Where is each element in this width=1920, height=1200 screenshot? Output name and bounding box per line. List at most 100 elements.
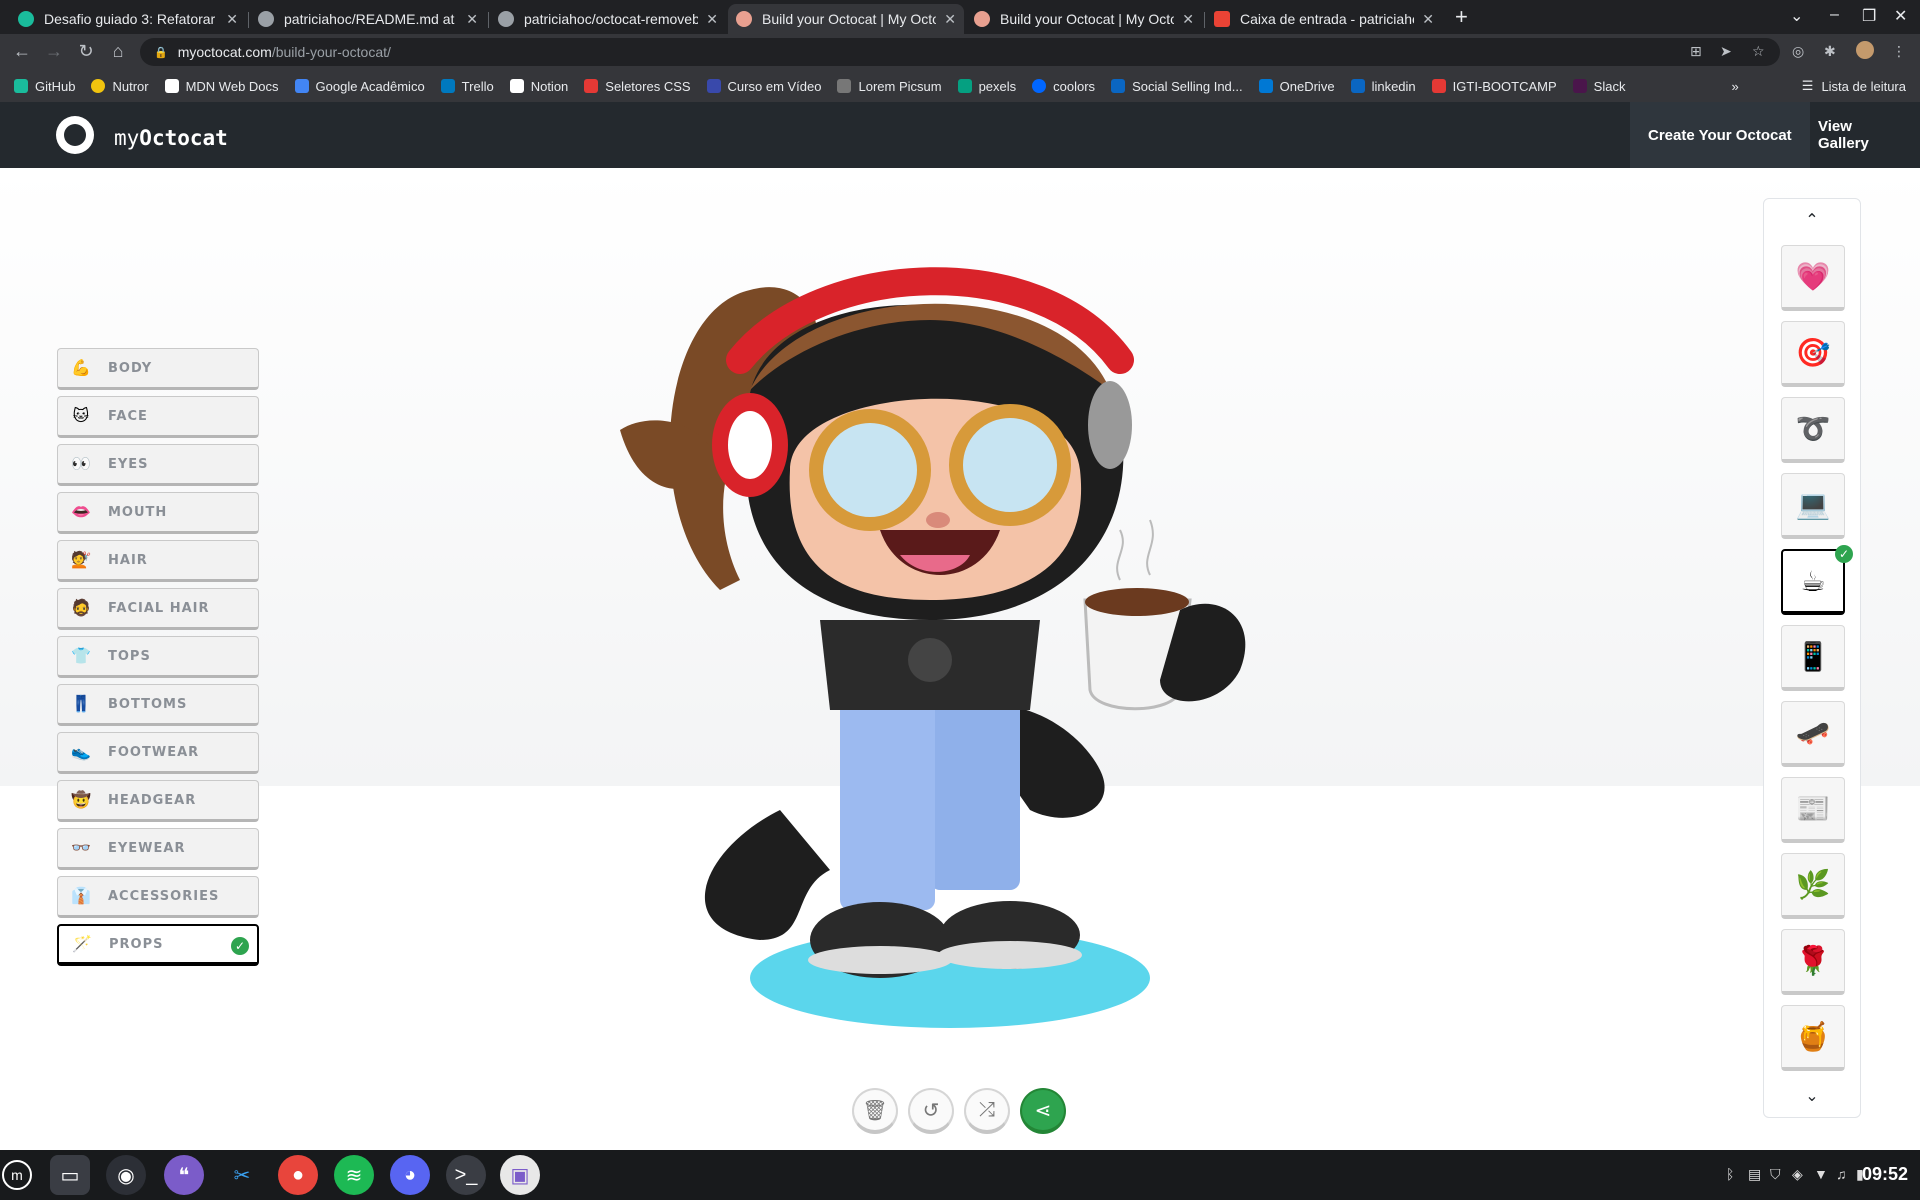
bookmark-pexels[interactable]: pexels xyxy=(957,79,1016,94)
lock-icon[interactable]: 🔒 xyxy=(154,46,168,59)
shield-icon[interactable]: ⛉ xyxy=(1770,1166,1781,1183)
delete-button[interactable]: 🗑 xyxy=(852,1088,898,1134)
codepen-icon xyxy=(18,11,34,27)
browser-tab[interactable]: patriciahoc/octocat-removeb ✕ xyxy=(490,4,726,34)
bookmark-star-icon[interactable]: ☆ xyxy=(1752,43,1765,60)
close-tab-icon[interactable]: ✕ xyxy=(944,11,956,28)
brand-title[interactable]: myOctocat xyxy=(114,126,228,150)
mint-menu-icon[interactable]: m xyxy=(2,1160,32,1190)
translate-icon[interactable]: ⊞ xyxy=(1690,43,1702,60)
prop-phone[interactable]: 📱 xyxy=(1781,625,1845,691)
profile-avatar[interactable] xyxy=(1856,41,1874,59)
prop-honey-pot[interactable]: 🍯 xyxy=(1781,1005,1845,1071)
files-icon[interactable]: ▭ xyxy=(50,1155,90,1195)
bookmark-igti-bootcamp[interactable]: IGTI-BOOTCAMP xyxy=(1431,79,1557,94)
undo-button[interactable]: ↺ xyxy=(908,1088,954,1134)
bookmark-trello[interactable]: Trello xyxy=(440,79,494,94)
forward-icon[interactable]: → xyxy=(40,41,68,62)
category-body[interactable]: 💪 Body xyxy=(57,348,259,390)
category-eyewear[interactable]: 👓 Eyewear xyxy=(57,828,259,870)
browser-tab-active[interactable]: Build your Octocat | My Octo ✕ xyxy=(728,4,964,34)
scroll-down-button[interactable]: ⌄ xyxy=(1764,1075,1860,1117)
tab-search-icon[interactable]: ⌄ xyxy=(1790,6,1803,26)
category-facial-hair[interactable]: 🧔 Facial Hair xyxy=(57,588,259,630)
bookmark-github[interactable]: GitHub xyxy=(14,79,75,94)
scroll-up-button[interactable]: ⌃ xyxy=(1764,199,1860,241)
bookmark-linkedin[interactable]: linkedin xyxy=(1350,79,1416,94)
browser-menu-icon[interactable]: ⋮ xyxy=(1892,43,1906,60)
bookmark-lorem-picsum[interactable]: Lorem Picsum xyxy=(837,79,942,94)
close-tab-icon[interactable]: ✕ xyxy=(706,11,718,28)
maximize-icon[interactable]: ❐ xyxy=(1862,6,1876,26)
reload-icon[interactable]: ↻ xyxy=(72,41,100,62)
update-icon[interactable]: ◈ xyxy=(1792,1166,1803,1183)
chrome-icon[interactable]: ● xyxy=(278,1155,318,1195)
prop-heart[interactable]: 💗 xyxy=(1781,245,1845,311)
bookmark-coolors[interactable]: coolors xyxy=(1032,79,1095,94)
nav-create-your-octocat[interactable]: Create Your Octocat xyxy=(1630,102,1810,168)
bookmark-onedrive[interactable]: OneDrive xyxy=(1258,79,1335,94)
randomize-button[interactable]: ⤮ xyxy=(964,1088,1010,1134)
share-button[interactable]: ⋖ xyxy=(1020,1088,1066,1134)
prop-rose[interactable]: 🌹 xyxy=(1781,929,1845,995)
extensions-puzzle-icon[interactable]: ✱ xyxy=(1824,43,1836,60)
terminal-icon[interactable]: >_ xyxy=(446,1155,486,1195)
bookmark-social-selling[interactable]: Social Selling Ind... xyxy=(1111,79,1243,94)
category-tops[interactable]: 👕 Tops xyxy=(57,636,259,678)
prop-coffee-mug[interactable]: ☕ ✓ xyxy=(1781,545,1853,615)
address-bar[interactable]: 🔒 myoctocat.com/build-your-octocat/ xyxy=(140,38,1780,66)
close-tab-icon[interactable]: ✕ xyxy=(226,11,238,28)
bookmark-slack[interactable]: Slack xyxy=(1572,79,1625,94)
home-icon[interactable]: ⌂ xyxy=(104,41,132,62)
prop-target[interactable]: 🎯 xyxy=(1781,321,1845,387)
bookmark-curso-em-video[interactable]: Curso em Vídeo xyxy=(706,79,821,94)
back-icon[interactable]: ← xyxy=(8,41,36,62)
prop-newspaper[interactable]: 📰 xyxy=(1781,777,1845,843)
music-icon[interactable]: ♫ xyxy=(1836,1166,1847,1182)
close-tab-icon[interactable]: ✕ xyxy=(1182,11,1194,28)
category-accessories[interactable]: 👔 Accessories xyxy=(57,876,259,918)
spotify-icon[interactable]: ≋ xyxy=(334,1155,374,1195)
new-tab-button[interactable]: + xyxy=(1455,4,1468,30)
bookmark-seletores-css[interactable]: Seletores CSS xyxy=(584,79,691,94)
prop-laptop[interactable]: 💻 xyxy=(1781,473,1845,539)
category-headgear[interactable]: 🤠 Headgear xyxy=(57,780,259,822)
window-manager-icon[interactable]: ◉ xyxy=(106,1155,146,1195)
category-bottoms[interactable]: 👖 Bottoms xyxy=(57,684,259,726)
category-footwear[interactable]: 👟 Footwear xyxy=(57,732,259,774)
vscode-icon[interactable]: ✂ xyxy=(222,1155,262,1195)
category-mouth[interactable]: 👄 Mouth xyxy=(57,492,259,534)
bluetooth-icon[interactable]: ᛒ xyxy=(1726,1166,1734,1182)
prop-skateboard[interactable]: 🛹 xyxy=(1781,701,1845,767)
extension-circle-icon[interactable]: ◎ xyxy=(1792,43,1804,60)
category-hair[interactable]: 💇 Hair xyxy=(57,540,259,582)
more-bookmarks-icon[interactable]: » xyxy=(1731,79,1738,94)
nav-view-gallery[interactable]: View Gallery xyxy=(1800,102,1920,168)
close-tab-icon[interactable]: ✕ xyxy=(466,11,478,28)
category-eyes[interactable]: 👀 Eyes xyxy=(57,444,259,486)
close-tab-icon[interactable]: ✕ xyxy=(1422,11,1434,28)
github-logo-icon[interactable] xyxy=(56,116,94,154)
category-face[interactable]: 🐱 Face xyxy=(57,396,259,438)
close-window-icon[interactable]: ✕ xyxy=(1894,6,1907,26)
browser-tab[interactable]: Caixa de entrada - patriciahe ✕ xyxy=(1206,4,1442,34)
wifi-icon[interactable]: ▼ xyxy=(1814,1166,1828,1182)
discord-icon[interactable]: ◕ xyxy=(390,1155,430,1195)
clipboard-icon[interactable]: ▤ xyxy=(1748,1166,1761,1183)
reading-list-button[interactable]: ☰ Lista de leitura xyxy=(1802,70,1906,102)
bookmark-google-scholar[interactable]: Google Acadêmico xyxy=(294,79,425,94)
browser-tab[interactable]: Build your Octocat | My Octo ✕ xyxy=(966,4,1202,34)
browser-tab[interactable]: patriciahoc/README.md at m ✕ xyxy=(250,4,486,34)
minimize-icon[interactable]: – xyxy=(1830,6,1839,24)
prop-plant[interactable]: 🌿 xyxy=(1781,853,1845,919)
browser-tab[interactable]: Desafio guiado 3: Refatorar D ✕ xyxy=(10,4,246,34)
bookmark-nutror[interactable]: Nutror xyxy=(91,79,149,94)
send-icon[interactable]: ➤ xyxy=(1720,43,1732,60)
bookmark-notion[interactable]: Notion xyxy=(509,79,568,94)
category-props[interactable]: 🪄 Props ✓ xyxy=(57,924,259,966)
system-clock[interactable]: 09:52 xyxy=(1862,1164,1908,1185)
bookmark-mdn[interactable]: MDN Web Docs xyxy=(164,79,279,94)
screenshot-app-icon[interactable]: ▣ xyxy=(500,1155,540,1195)
prop-lasso[interactable]: ➰ xyxy=(1781,397,1845,463)
podcast-app-icon[interactable]: ❝ xyxy=(164,1155,204,1195)
